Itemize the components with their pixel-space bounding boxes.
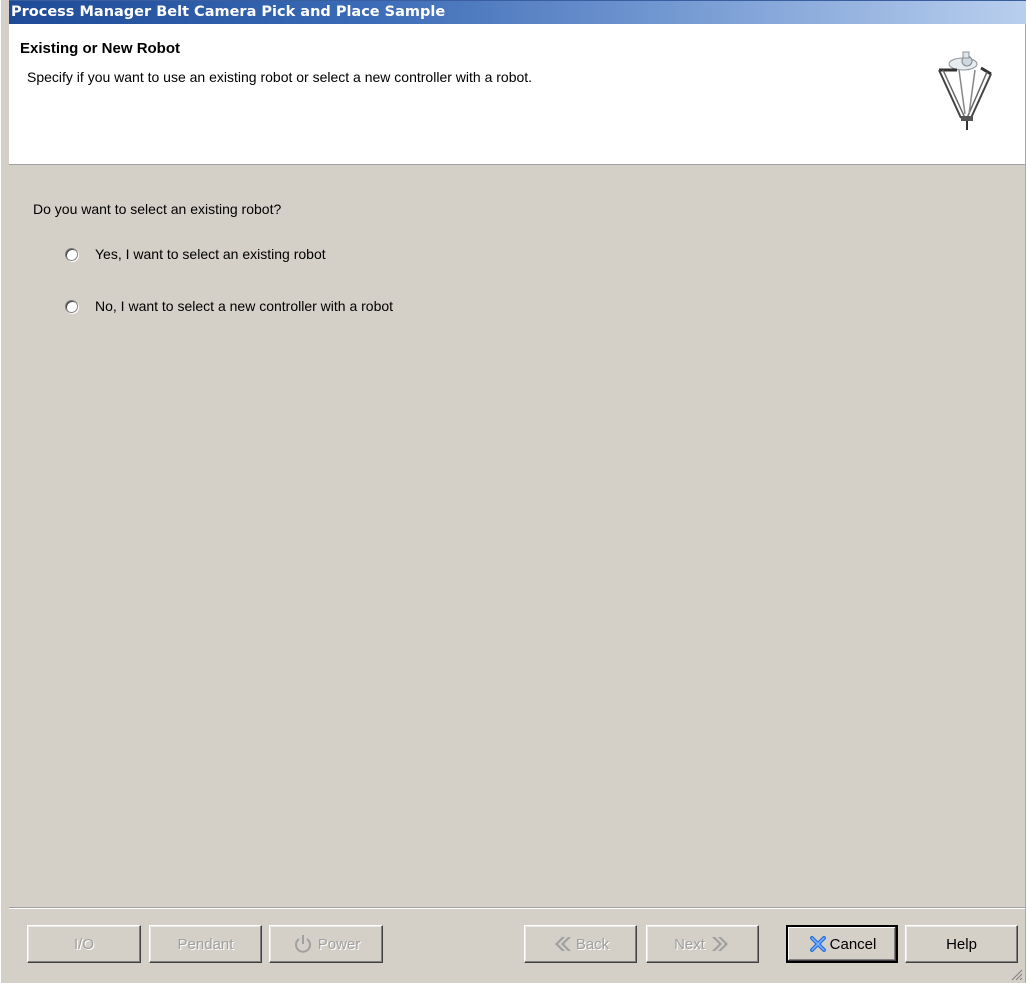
cancel-x-icon bbox=[809, 936, 826, 952]
back-button[interactable]: Back bbox=[524, 925, 637, 963]
io-button[interactable]: I/O bbox=[27, 925, 141, 963]
help-button[interactable]: Help bbox=[905, 925, 1018, 963]
page-title: Existing or New Robot bbox=[20, 40, 181, 57]
radio-new-controller[interactable] bbox=[65, 299, 78, 313]
radio-existing-robot[interactable] bbox=[65, 247, 78, 261]
next-button[interactable]: Next bbox=[646, 925, 759, 963]
pendant-button[interactable]: Pendant bbox=[149, 925, 262, 963]
question-label: Do you want to select an existing robot? bbox=[33, 201, 282, 217]
wizard-header: Existing or New Robot Specify if you wan… bbox=[9, 24, 1025, 165]
cancel-button[interactable]: Cancel bbox=[786, 925, 898, 963]
delta-robot-icon bbox=[938, 51, 992, 130]
next-arrow-icon bbox=[711, 937, 728, 951]
page-description: Specify if you want to use an existing r… bbox=[27, 69, 533, 85]
footer-separator bbox=[9, 907, 1025, 909]
wizard-window: Process Manager Belt Camera Pick and Pla… bbox=[0, 0, 1026, 983]
pendant-button-label: Pendant bbox=[177, 935, 234, 953]
help-button-label: Help bbox=[946, 935, 977, 953]
back-arrow-icon bbox=[554, 937, 571, 951]
power-button[interactable]: Power bbox=[269, 925, 383, 963]
window-title: Process Manager Belt Camera Pick and Pla… bbox=[11, 4, 446, 20]
option-new-controller[interactable]: No, I want to select a new controller wi… bbox=[65, 298, 393, 314]
cancel-button-label: Cancel bbox=[829, 935, 877, 953]
io-button-label: I/O bbox=[73, 935, 94, 953]
wizard-content bbox=[9, 165, 1025, 907]
back-button-label: Back bbox=[575, 935, 610, 953]
option-existing-robot-label: Yes, I want to select an existing robot bbox=[95, 246, 326, 262]
resize-grip-icon[interactable] bbox=[1009, 967, 1023, 981]
window-title-bar[interactable]: Process Manager Belt Camera Pick and Pla… bbox=[9, 0, 1026, 24]
power-button-label: Power bbox=[317, 935, 361, 953]
next-button-label: Next bbox=[674, 935, 705, 953]
option-existing-robot[interactable]: Yes, I want to select an existing robot bbox=[65, 246, 326, 262]
power-icon bbox=[294, 935, 311, 953]
option-new-controller-label: No, I want to select a new controller wi… bbox=[95, 298, 394, 314]
